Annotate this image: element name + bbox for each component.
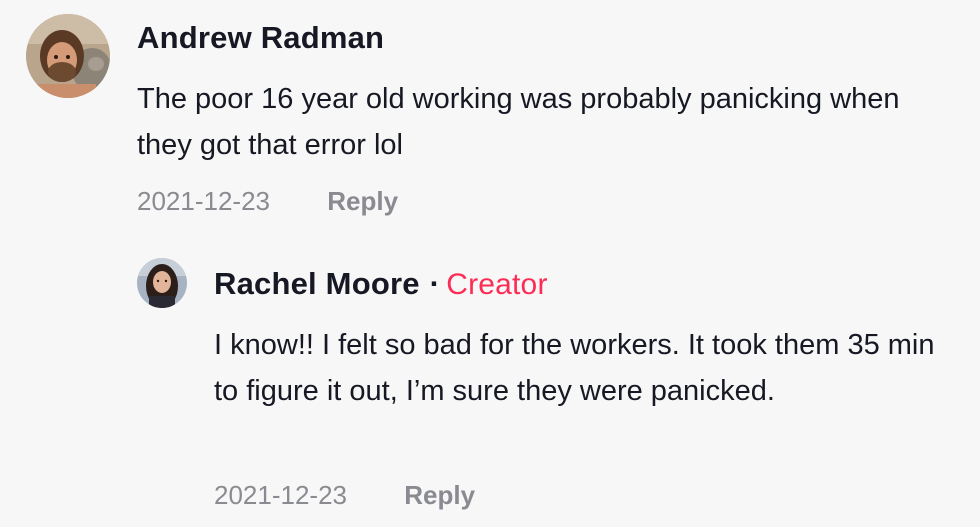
comment-text: I know!! I felt so bad for the workers. … — [214, 329, 935, 407]
comment-date: 2021-12-23 — [137, 186, 270, 216]
comment-author[interactable]: Andrew Radman — [137, 20, 384, 56]
comment-item: Andrew Radman The poor 16 year old worki… — [0, 0, 980, 240]
comment-date: 2021-12-23 — [214, 480, 347, 510]
comment-author: Rachel Moore · Creator — [214, 266, 548, 302]
comment-meta: 2021-12-23 Reply — [214, 480, 475, 511]
creator-avatar-icon[interactable] — [137, 258, 187, 308]
separator-dot: · — [429, 266, 441, 301]
comment-meta: 2021-12-23 Reply — [137, 186, 398, 217]
reply-button[interactable]: Reply — [404, 480, 475, 510]
reply-button[interactable]: Reply — [327, 186, 398, 216]
creator-badge: Creator — [446, 268, 548, 301]
comment-text: The poor 16 year old working was probabl… — [137, 83, 900, 161]
creator-name[interactable]: Rachel Moore — [214, 266, 420, 301]
user-avatar-icon[interactable] — [26, 14, 110, 98]
